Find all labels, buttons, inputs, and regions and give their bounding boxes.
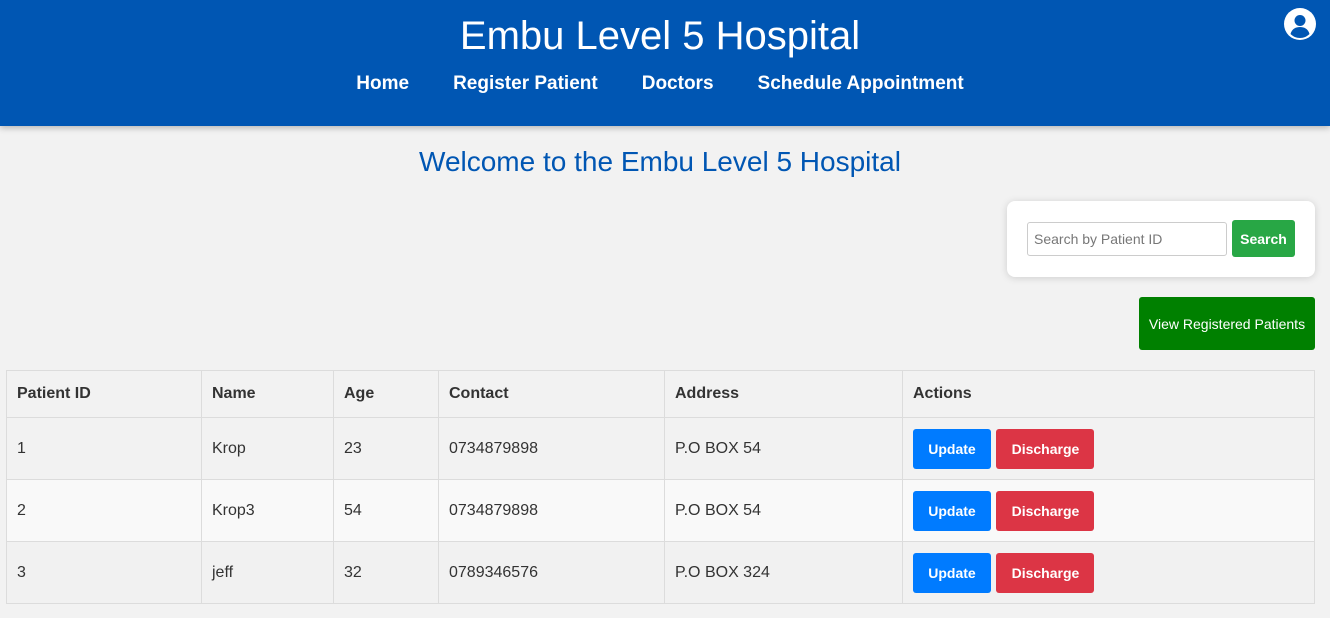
nav-home[interactable]: Home <box>356 72 409 96</box>
site-header: Embu Level 5 Hospital Home Register Pati… <box>0 0 1330 126</box>
search-input[interactable] <box>1027 222 1227 256</box>
discharge-button[interactable]: Discharge <box>996 490 1095 531</box>
cell-patient-id: 1 <box>6 417 202 480</box>
update-button[interactable]: Update <box>913 552 991 593</box>
update-button[interactable]: Update <box>913 490 991 531</box>
update-button[interactable]: Update <box>913 428 991 469</box>
patients-table: Patient ID Name Age Contact Address Acti… <box>6 370 1315 604</box>
user-circle-icon[interactable] <box>1284 8 1316 40</box>
nav-schedule-appointment[interactable]: Schedule Appointment <box>758 72 964 96</box>
cell-contact: 0789346576 <box>438 541 665 604</box>
cell-name: Krop3 <box>201 479 334 542</box>
column-header-actions: Actions <box>902 370 1315 418</box>
column-header-contact: Contact <box>438 370 665 418</box>
cell-actions: Update Discharge <box>902 417 1315 480</box>
view-registered-patients-button[interactable]: View Registered Patients <box>1139 297 1315 350</box>
cell-age: 32 <box>333 541 439 604</box>
discharge-button[interactable]: Discharge <box>996 428 1095 469</box>
cell-age: 23 <box>333 417 439 480</box>
column-header-name: Name <box>201 370 334 418</box>
cell-address: P.O BOX 54 <box>664 417 903 480</box>
site-title: Embu Level 5 Hospital <box>459 14 861 58</box>
cell-address: P.O BOX 54 <box>664 479 903 542</box>
nav-register-patient[interactable]: Register Patient <box>453 72 598 96</box>
main-nav: Home Register Patient Doctors Schedule A… <box>0 72 1320 96</box>
cell-name: Krop <box>201 417 334 480</box>
cell-contact: 0734879898 <box>438 417 665 480</box>
welcome-heading: Welcome to the Embu Level 5 Hospital <box>419 146 901 177</box>
search-button[interactable]: Search <box>1232 220 1295 257</box>
table-row: 1 Krop 23 0734879898 P.O BOX 54 Update D… <box>6 417 1315 480</box>
cell-address: P.O BOX 324 <box>664 541 903 604</box>
table-row: 3 jeff 32 0789346576 P.O BOX 324 Update … <box>6 541 1315 604</box>
column-header-patient-id: Patient ID <box>6 370 202 418</box>
table-row: 2 Krop3 54 0734879898 P.O BOX 54 Update … <box>6 479 1315 542</box>
discharge-button[interactable]: Discharge <box>996 552 1095 593</box>
cell-actions: Update Discharge <box>902 479 1315 542</box>
cell-contact: 0734879898 <box>438 479 665 542</box>
search-panel: Search <box>1007 201 1315 277</box>
table-header-row: Patient ID Name Age Contact Address Acti… <box>6 370 1315 418</box>
cell-name: jeff <box>201 541 334 604</box>
cell-patient-id: 2 <box>6 479 202 542</box>
column-header-age: Age <box>333 370 439 418</box>
cell-patient-id: 3 <box>6 541 202 604</box>
cell-age: 54 <box>333 479 439 542</box>
nav-doctors[interactable]: Doctors <box>642 72 714 96</box>
column-header-address: Address <box>664 370 903 418</box>
cell-actions: Update Discharge <box>902 541 1315 604</box>
